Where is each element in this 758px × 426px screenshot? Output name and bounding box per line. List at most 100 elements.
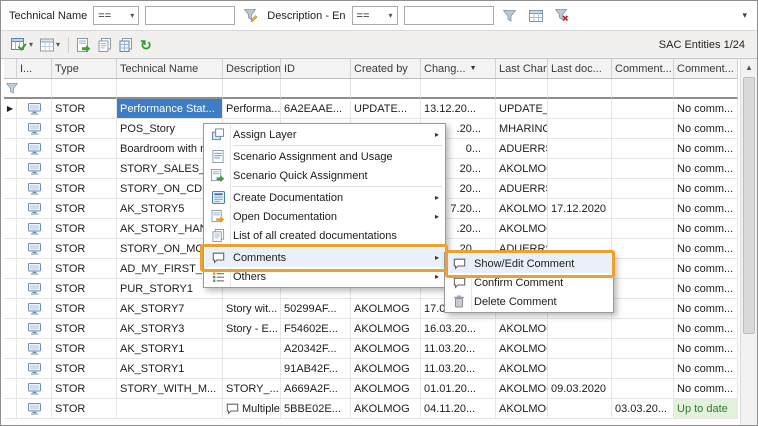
cell-last-doc[interactable]	[548, 219, 612, 239]
cell-comment-date[interactable]: 03.03.20...	[612, 399, 674, 419]
header-last-changed-by[interactable]: Last Chan...	[496, 59, 548, 79]
cell-id[interactable]: 6A2EAAE...	[281, 99, 351, 119]
cell-comment-date[interactable]	[612, 199, 674, 219]
header-comment-date[interactable]: Comment...	[612, 59, 674, 79]
cell-last-changed-by[interactable]: MHARING	[496, 119, 548, 139]
cell-last-changed-by[interactable]: AKOLMOG	[496, 399, 548, 419]
cell-created-by[interactable]: AKOLMOG	[351, 339, 421, 359]
menu-item-delete-comment[interactable]: Delete Comment	[446, 292, 612, 311]
menu-item-confirm-comment[interactable]: Confirm Comment	[446, 273, 612, 292]
cell-changed-on[interactable]: 04.11.20...	[421, 399, 496, 419]
menu-item-assign-layer[interactable]: Assign Layer ▸	[205, 125, 444, 144]
header-icon-col[interactable]: I...	[17, 59, 52, 79]
cell-comment-status[interactable]: No comm...	[674, 99, 738, 119]
header-comment-status[interactable]: Comment...	[674, 59, 738, 79]
cell-type[interactable]: STOR	[52, 139, 117, 159]
cell-comment-status[interactable]: No comm...	[674, 359, 738, 379]
cell-id[interactable]: F54602E...	[281, 319, 351, 339]
cell-type[interactable]: STOR	[52, 379, 117, 399]
filter-cell-id[interactable]	[281, 79, 351, 99]
cell-changed-on[interactable]: 11.03.20...	[421, 339, 496, 359]
cell-last-doc[interactable]	[548, 399, 612, 419]
cell-id[interactable]: 5BBE02E...	[281, 399, 351, 419]
cell-comment-status[interactable]: No comm...	[674, 199, 738, 219]
apply-filter-button[interactable]	[500, 6, 520, 26]
panel-expand-caret-icon[interactable]: ▾	[742, 10, 749, 21]
cell-technical-name[interactable]: Performance Stat...	[117, 99, 223, 119]
entity-icon-cell[interactable]	[17, 99, 52, 119]
layout-selector-button[interactable]: ▾	[38, 34, 62, 56]
cell-comment-status[interactable]: No comm...	[674, 219, 738, 239]
filter-cell-last-doc[interactable]	[548, 79, 612, 99]
menu-item-list-documentations[interactable]: List of all created documentations	[205, 226, 444, 245]
entity-icon-cell[interactable]	[17, 139, 52, 159]
cell-technical-name[interactable]: AK_STORY1	[117, 339, 223, 359]
cell-type[interactable]: STOR	[52, 279, 117, 299]
cell-type[interactable]: STOR	[52, 219, 117, 239]
cell-technical-name[interactable]: STORY_WITH_M...	[117, 379, 223, 399]
filter-cell-description[interactable]	[223, 79, 281, 99]
cell-id[interactable]: 91AB42F...	[281, 359, 351, 379]
scroll-up-icon[interactable]: ▲	[741, 59, 757, 75]
cell-type[interactable]: STOR	[52, 319, 117, 339]
menu-item-show-edit-comment[interactable]: Show/Edit Comment	[446, 254, 612, 273]
cell-last-doc[interactable]	[548, 159, 612, 179]
cell-description[interactable]	[223, 359, 281, 379]
cell-technical-name[interactable]	[117, 399, 223, 419]
cell-technical-name[interactable]: AK_STORY7	[117, 299, 223, 319]
cell-created-by[interactable]: AKOLMOG	[351, 299, 421, 319]
entity-icon-cell[interactable]	[17, 199, 52, 219]
cell-last-changed-by[interactable]: UPDATE_...	[496, 99, 548, 119]
cell-type[interactable]: STOR	[52, 359, 117, 379]
technical-name-filter-input[interactable]	[145, 6, 235, 25]
cell-last-changed-by[interactable]: AKOLMOG	[496, 319, 548, 339]
filter-cell-last-changed-by[interactable]	[496, 79, 548, 99]
cell-last-doc[interactable]: 17.12.2020	[548, 199, 612, 219]
cell-id[interactable]: A20342F...	[281, 339, 351, 359]
entity-icon-cell[interactable]	[17, 259, 52, 279]
cell-last-doc[interactable]	[548, 339, 612, 359]
entity-icon-cell[interactable]	[17, 379, 52, 399]
cell-comment-date[interactable]	[612, 319, 674, 339]
entity-icon-cell[interactable]	[17, 179, 52, 199]
cell-last-changed-by[interactable]: ADUERRS...	[496, 179, 548, 199]
cell-description[interactable]: STORY_...	[223, 379, 281, 399]
entity-icon-cell[interactable]	[17, 159, 52, 179]
cell-changed-on[interactable]: 13.12.20...	[421, 99, 496, 119]
cell-created-by[interactable]: AKOLMOG	[351, 399, 421, 419]
cell-comment-status[interactable]: No comm...	[674, 119, 738, 139]
edit-filter-button[interactable]	[241, 6, 261, 26]
cell-comment-status[interactable]: No comm...	[674, 259, 738, 279]
filter-cell-created-by[interactable]	[351, 79, 421, 99]
clear-filter-button[interactable]	[552, 6, 572, 26]
cell-changed-on[interactable]: 11.03.20...	[421, 359, 496, 379]
cell-comment-status[interactable]: No comm...	[674, 279, 738, 299]
entity-icon-cell[interactable]	[17, 299, 52, 319]
cell-comment-date[interactable]	[612, 279, 674, 299]
cell-comment-status[interactable]: No comm...	[674, 339, 738, 359]
cell-last-doc[interactable]	[548, 99, 612, 119]
filter-cell-comment-status[interactable]	[674, 79, 738, 99]
cell-last-doc[interactable]	[548, 119, 612, 139]
cell-created-by[interactable]: AKOLMOG	[351, 319, 421, 339]
cell-last-changed-by[interactable]: AKOLMOG	[496, 379, 548, 399]
refresh-button[interactable]: ↻	[138, 34, 154, 56]
filter-cell-comment-date[interactable]	[612, 79, 674, 99]
cell-comment-date[interactable]	[612, 99, 674, 119]
menu-item-open-documentation[interactable]: Open Documentation ▸	[205, 207, 444, 226]
cell-comment-date[interactable]	[612, 299, 674, 319]
cell-last-changed-by[interactable]: AKOLMOG	[496, 219, 548, 239]
view-selector-button[interactable]: ▾	[9, 34, 35, 56]
scrollbar-thumb[interactable]	[743, 77, 755, 334]
cell-comment-date[interactable]	[612, 159, 674, 179]
cell-type[interactable]: STOR	[52, 299, 117, 319]
cell-description[interactable]: Performa...	[223, 99, 281, 119]
cell-comment-status[interactable]: No comm...	[674, 299, 738, 319]
cell-created-by[interactable]: AKOLMOG	[351, 359, 421, 379]
cell-comment-status[interactable]: No comm...	[674, 239, 738, 259]
header-id[interactable]: ID	[281, 59, 351, 79]
cell-last-doc[interactable]	[548, 179, 612, 199]
cell-comment-status[interactable]: No comm...	[674, 139, 738, 159]
menu-item-scenario-quick-assignment[interactable]: Scenario Quick Assignment	[205, 166, 444, 185]
cell-comment-date[interactable]	[612, 179, 674, 199]
